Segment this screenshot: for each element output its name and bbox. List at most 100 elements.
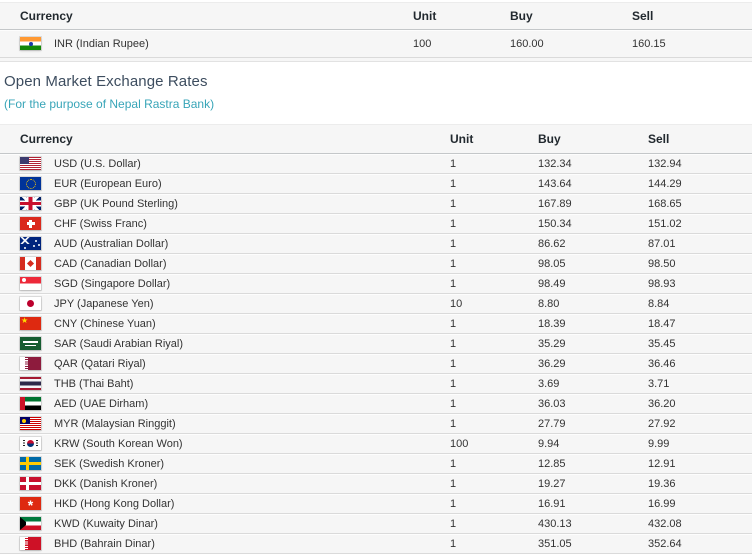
buy-value: 9.94 bbox=[538, 438, 648, 450]
buy-value: 430.13 bbox=[538, 518, 648, 530]
unit-value: 1 bbox=[450, 178, 538, 190]
table-row: JPY (Japanese Yen) 10 8.80 8.84 bbox=[0, 294, 752, 314]
currency-label: KWD (Kuwaity Dinar) bbox=[54, 518, 158, 530]
table-row: SEK (Swedish Kroner) 1 12.85 12.91 bbox=[0, 454, 752, 474]
buy-value: 19.27 bbox=[538, 478, 648, 490]
buy-value: 12.85 bbox=[538, 458, 648, 470]
table-row: SAR (Saudi Arabian Riyal) 1 35.29 35.45 bbox=[0, 334, 752, 354]
sell-value: 12.91 bbox=[648, 458, 752, 470]
flag-myr-icon bbox=[20, 417, 41, 430]
currency-label: AUD (Australian Dollar) bbox=[54, 238, 168, 250]
unit-value: 1 bbox=[450, 198, 538, 210]
column-header-sell: Sell bbox=[648, 132, 752, 146]
table-row: QAR (Qatari Riyal) 1 36.29 36.46 bbox=[0, 354, 752, 374]
buy-value: 8.80 bbox=[538, 298, 648, 310]
sell-value: 160.15 bbox=[632, 38, 752, 50]
page-title: Open Market Exchange Rates bbox=[4, 73, 752, 90]
unit-value: 1 bbox=[450, 278, 538, 290]
open-market-rate-table: Currency Unit Buy Sell USD (U.S. Dollar)… bbox=[0, 124, 752, 554]
sell-value: 36.20 bbox=[648, 398, 752, 410]
flag-aed-icon bbox=[20, 397, 41, 410]
buy-value: 98.05 bbox=[538, 258, 648, 270]
unit-value: 1 bbox=[450, 218, 538, 230]
table-row: MYR (Malaysian Ringgit) 1 27.79 27.92 bbox=[0, 414, 752, 434]
flag-sek-icon bbox=[20, 457, 41, 470]
unit-value: 1 bbox=[450, 498, 538, 510]
buy-value: 167.89 bbox=[538, 198, 648, 210]
unit-value: 1 bbox=[450, 338, 538, 350]
flag-kwd-icon bbox=[20, 517, 41, 530]
unit-value: 1 bbox=[450, 238, 538, 250]
sell-value: 8.84 bbox=[648, 298, 752, 310]
buy-value: 351.05 bbox=[538, 538, 648, 550]
buy-value: 143.64 bbox=[538, 178, 648, 190]
buy-value: 150.34 bbox=[538, 218, 648, 230]
table-row: CHF (Swiss Franc) 1 150.34 151.02 bbox=[0, 214, 752, 234]
flag-aud-icon bbox=[20, 237, 41, 250]
currency-label: EUR (European Euro) bbox=[54, 178, 162, 190]
table-row: CNY (Chinese Yuan) 1 18.39 18.47 bbox=[0, 314, 752, 334]
currency-label: DKK (Danish Kroner) bbox=[54, 478, 157, 490]
sell-value: 36.46 bbox=[648, 358, 752, 370]
flag-gbp-icon bbox=[20, 197, 41, 210]
unit-value: 1 bbox=[450, 458, 538, 470]
currency-label: BHD (Bahrain Dinar) bbox=[54, 538, 155, 550]
buy-value: 132.34 bbox=[538, 158, 648, 170]
sell-value: 19.36 bbox=[648, 478, 752, 490]
table-row: THB (Thai Baht) 1 3.69 3.71 bbox=[0, 374, 752, 394]
sell-value: 35.45 bbox=[648, 338, 752, 350]
flag-cad-icon bbox=[20, 257, 41, 270]
currency-label: CAD (Canadian Dollar) bbox=[54, 258, 167, 270]
inr-rate-table: Currency Unit Buy Sell INR (Indian Rupee… bbox=[0, 2, 752, 62]
flag-usd-icon bbox=[20, 157, 41, 170]
table-row: HKD (Hong Kong Dollar) 1 16.91 16.99 bbox=[0, 494, 752, 514]
sell-value: 144.29 bbox=[648, 178, 752, 190]
flag-bhd-icon bbox=[20, 537, 41, 550]
unit-value: 1 bbox=[450, 538, 538, 550]
currency-label: SGD (Singapore Dollar) bbox=[54, 278, 170, 290]
sell-value: 3.71 bbox=[648, 378, 752, 390]
buy-value: 86.62 bbox=[538, 238, 648, 250]
currency-label: SEK (Swedish Kroner) bbox=[54, 458, 164, 470]
table-row: USD (U.S. Dollar) 1 132.34 132.94 bbox=[0, 154, 752, 174]
sell-value: 98.50 bbox=[648, 258, 752, 270]
sell-value: 16.99 bbox=[648, 498, 752, 510]
sell-value: 18.47 bbox=[648, 318, 752, 330]
flag-qar-icon bbox=[20, 357, 41, 370]
currency-label: GBP (UK Pound Sterling) bbox=[54, 198, 178, 210]
currency-label: THB (Thai Baht) bbox=[54, 378, 133, 390]
flag-inr-icon bbox=[20, 37, 41, 50]
currency-label: INR (Indian Rupee) bbox=[54, 38, 149, 50]
unit-value: 1 bbox=[450, 518, 538, 530]
sell-value: 168.65 bbox=[648, 198, 752, 210]
flag-krw-icon bbox=[20, 437, 41, 450]
sell-value: 9.99 bbox=[648, 438, 752, 450]
flag-chf-icon bbox=[20, 217, 41, 230]
table-row: KRW (South Korean Won) 100 9.94 9.99 bbox=[0, 434, 752, 454]
flag-sar-icon bbox=[20, 337, 41, 350]
unit-value: 1 bbox=[450, 478, 538, 490]
currency-label: QAR (Qatari Riyal) bbox=[54, 358, 146, 370]
currency-label: CNY (Chinese Yuan) bbox=[54, 318, 156, 330]
column-header-unit: Unit bbox=[450, 132, 538, 146]
buy-value: 27.79 bbox=[538, 418, 648, 430]
unit-value: 1 bbox=[450, 358, 538, 370]
currency-label: CHF (Swiss Franc) bbox=[54, 218, 147, 230]
open-market-header-row: Currency Unit Buy Sell bbox=[0, 125, 752, 154]
unit-value: 100 bbox=[450, 438, 538, 450]
unit-value: 1 bbox=[450, 318, 538, 330]
inr-table-header-row: Currency Unit Buy Sell bbox=[0, 3, 752, 30]
inr-table-body: INR (Indian Rupee) 100 160.00 160.15 bbox=[0, 30, 752, 58]
currency-label: HKD (Hong Kong Dollar) bbox=[54, 498, 174, 510]
flag-sgd-icon bbox=[20, 277, 41, 290]
sell-value: 98.93 bbox=[648, 278, 752, 290]
sell-value: 432.08 bbox=[648, 518, 752, 530]
flag-jpy-icon bbox=[20, 297, 41, 310]
flag-dkk-icon bbox=[20, 477, 41, 490]
unit-value: 1 bbox=[450, 258, 538, 270]
sell-value: 87.01 bbox=[648, 238, 752, 250]
page-subtitle: (For the purpose of Nepal Rastra Bank) bbox=[4, 97, 752, 111]
table-row: KWD (Kuwaity Dinar) 1 430.13 432.08 bbox=[0, 514, 752, 534]
unit-value: 1 bbox=[450, 418, 538, 430]
currency-label: MYR (Malaysian Ringgit) bbox=[54, 418, 176, 430]
